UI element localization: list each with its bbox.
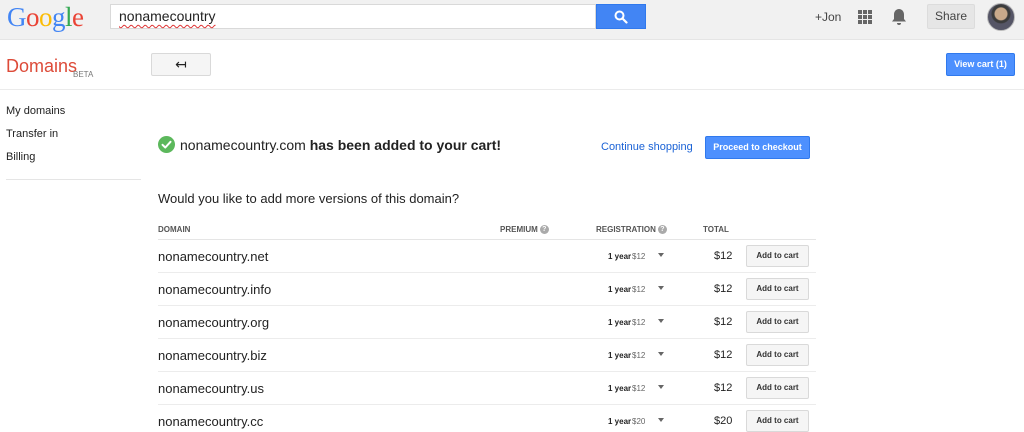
row-total: $20 (714, 415, 733, 427)
search-input-value: nonamecountry (119, 8, 216, 24)
continue-shopping-link[interactable]: Continue shopping (601, 141, 693, 153)
row-domain: nonamecountry.cc (158, 414, 264, 429)
row-total: $12 (714, 283, 733, 295)
registration-term-select[interactable]: 1 year (608, 285, 631, 294)
apps-grid-icon[interactable] (858, 10, 872, 24)
logo-letter: G (7, 2, 27, 32)
logo-letter: g (52, 2, 66, 32)
chevron-down-icon[interactable] (658, 319, 664, 323)
registration-price: $12 (632, 318, 646, 327)
column-header-domain: DOMAIN (158, 225, 190, 234)
registration-price: $12 (632, 351, 646, 360)
add-to-cart-button[interactable]: Add to cart (746, 245, 809, 267)
sidebar-divider (6, 179, 141, 180)
table-header: DOMAIN PREMIUM ? REGISTRATION ? TOTAL (158, 222, 816, 240)
registration-term-select[interactable]: 1 year (608, 384, 631, 393)
row-domain: nonamecountry.info (158, 282, 272, 297)
confirmation-text: has been added to your cart! (309, 136, 502, 153)
search-icon (614, 10, 628, 24)
user-profile-link[interactable]: +Jon (815, 10, 841, 24)
registration-term-select[interactable]: 1 year (608, 252, 631, 261)
table-row: nonamecountry.org 1 year $12 $12 Add to … (158, 306, 816, 339)
view-cart-button[interactable]: View cart (1) (946, 53, 1015, 76)
notifications-bell-icon[interactable] (891, 8, 907, 29)
column-header-domain-label: DOMAIN (158, 225, 191, 234)
back-arrow-icon: ↤ (175, 56, 187, 72)
registration-term-select[interactable]: 1 year (608, 417, 631, 426)
registration-term-select[interactable]: 1 year (608, 351, 631, 360)
registration-price: $12 (632, 252, 646, 261)
checkmark-circle-icon (158, 136, 175, 153)
column-header-premium-label: PREMIUM (500, 225, 538, 234)
row-domain: nonamecountry.org (158, 315, 270, 330)
logo-letter: l (65, 2, 73, 32)
row-total: $12 (714, 250, 733, 262)
table-row: nonamecountry.cc 1 year $20 $20 Add to c… (158, 405, 816, 432)
upsell-question: Would you like to add more versions of t… (158, 191, 460, 206)
google-logo[interactable]: Google (7, 2, 84, 33)
logo-letter: o (39, 2, 53, 32)
registration-price: $12 (632, 285, 646, 294)
confirmation-message: nonamecountry.com has been added to your… (180, 137, 501, 153)
sidebar: My domains Transfer in Billing (6, 104, 141, 173)
column-header-total-label: TOTAL (703, 225, 729, 234)
chevron-down-icon[interactable] (658, 253, 664, 257)
app-header: Domains BETA ↤ View cart (1) (0, 40, 1024, 90)
sidebar-item-transfer-in[interactable]: Transfer in (6, 127, 141, 150)
chevron-down-icon[interactable] (658, 352, 664, 356)
chevron-down-icon[interactable] (658, 418, 664, 422)
proceed-to-checkout-button[interactable]: Proceed to checkout (705, 136, 810, 159)
row-total: $12 (714, 382, 733, 394)
avatar[interactable] (987, 3, 1015, 31)
registration-help-icon[interactable]: ? (657, 225, 667, 234)
chevron-down-icon[interactable] (658, 385, 664, 389)
table-row: nonamecountry.biz 1 year $12 $12 Add to … (158, 339, 816, 372)
confirmation-domain: nonamecountry.com (180, 136, 306, 153)
back-button[interactable]: ↤ (151, 53, 211, 76)
table-row: nonamecountry.info 1 year $12 $12 Add to… (158, 273, 816, 306)
search-input[interactable]: nonamecountry (110, 4, 596, 29)
share-button[interactable]: Share (927, 4, 975, 29)
registration-term-select[interactable]: 1 year (608, 318, 631, 327)
add-to-cart-button[interactable]: Add to cart (746, 344, 809, 366)
column-header-total: TOTAL (703, 225, 729, 234)
row-domain: nonamecountry.us (158, 381, 264, 396)
add-to-cart-button[interactable]: Add to cart (746, 278, 809, 300)
column-header-premium: PREMIUM ? (500, 225, 549, 234)
add-to-cart-button[interactable]: Add to cart (746, 311, 809, 333)
app-title[interactable]: Domains (6, 56, 77, 77)
sidebar-item-billing[interactable]: Billing (6, 150, 141, 173)
beta-badge: BETA (73, 70, 94, 79)
logo-letter: e (72, 2, 84, 32)
cart-confirmation: nonamecountry.com has been added to your… (158, 136, 501, 153)
top-bar: Google nonamecountry +Jon Share (0, 0, 1024, 40)
row-total: $12 (714, 349, 733, 361)
row-domain: nonamecountry.net (158, 249, 269, 264)
table-row: nonamecountry.us 1 year $12 $12 Add to c… (158, 372, 816, 405)
logo-letter: o (26, 2, 40, 32)
chevron-down-icon[interactable] (658, 286, 664, 290)
premium-help-icon[interactable]: ? (539, 225, 549, 234)
registration-price: $12 (632, 384, 646, 393)
table-row: nonamecountry.net 1 year $12 $12 Add to … (158, 240, 816, 273)
add-to-cart-button[interactable]: Add to cart (746, 377, 809, 399)
column-header-registration-label: REGISTRATION (596, 225, 656, 234)
search-button[interactable] (596, 4, 646, 29)
registration-price: $20 (632, 417, 646, 426)
row-total: $12 (714, 316, 733, 328)
sidebar-item-my-domains[interactable]: My domains (6, 104, 141, 127)
column-header-registration: REGISTRATION ? (596, 225, 667, 234)
add-to-cart-button[interactable]: Add to cart (746, 410, 809, 432)
row-domain: nonamecountry.biz (158, 348, 267, 363)
